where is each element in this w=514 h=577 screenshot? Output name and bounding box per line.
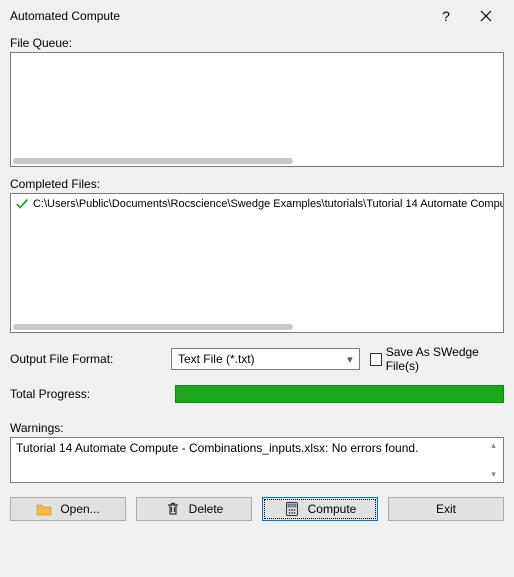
warnings-label: Warnings:: [10, 421, 504, 435]
output-format-selected: Text File (*.txt): [178, 352, 347, 366]
open-button-label: Open...: [60, 502, 99, 516]
close-button[interactable]: [466, 2, 506, 30]
completed-files-list[interactable]: C:\Users\Public\Documents\Rocscience\Swe…: [10, 193, 504, 333]
file-queue-list[interactable]: [10, 52, 504, 167]
scroll-up-icon: ▴: [491, 440, 496, 451]
folder-icon: [36, 501, 52, 517]
trash-icon: [165, 501, 181, 517]
help-button[interactable]: ?: [426, 2, 466, 30]
exit-button-label: Exit: [436, 502, 456, 516]
chevron-down-icon: ▾: [347, 353, 353, 366]
warnings-scrollbar[interactable]: ▴ ▾: [486, 440, 501, 480]
compute-button[interactable]: Compute: [262, 497, 378, 521]
delete-button[interactable]: Delete: [136, 497, 252, 521]
output-format-label: Output File Format:: [10, 352, 161, 366]
total-progress-label: Total Progress:: [10, 387, 175, 401]
completed-scrollbar[interactable]: [13, 324, 308, 330]
completed-item-path: C:\Users\Public\Documents\Rocscience\Swe…: [33, 198, 504, 210]
calculator-icon: [284, 501, 300, 517]
open-button[interactable]: Open...: [10, 497, 126, 521]
save-as-swedge-label: Save As SWedge File(s): [386, 345, 504, 373]
progress-bar: [175, 385, 504, 403]
title-bar: Automated Compute ?: [0, 0, 514, 32]
checkbox-box-icon: [370, 353, 382, 366]
scroll-down-icon: ▾: [491, 469, 496, 480]
completed-files-label: Completed Files:: [10, 177, 504, 191]
check-icon: [15, 197, 29, 211]
warnings-text: Tutorial 14 Automate Compute - Combinati…: [16, 441, 418, 455]
compute-button-label: Compute: [308, 502, 357, 516]
file-queue-scrollbar[interactable]: [13, 158, 308, 164]
output-format-select[interactable]: Text File (*.txt) ▾: [171, 348, 360, 370]
window-title: Automated Compute: [10, 9, 426, 23]
list-item[interactable]: C:\Users\Public\Documents\Rocscience\Swe…: [11, 194, 503, 214]
file-queue-label: File Queue:: [10, 36, 504, 50]
close-icon: [480, 10, 492, 22]
exit-button[interactable]: Exit: [388, 497, 504, 521]
delete-button-label: Delete: [189, 502, 224, 516]
save-as-swedge-checkbox[interactable]: Save As SWedge File(s): [370, 345, 504, 373]
warnings-textbox[interactable]: Tutorial 14 Automate Compute - Combinati…: [10, 437, 504, 483]
